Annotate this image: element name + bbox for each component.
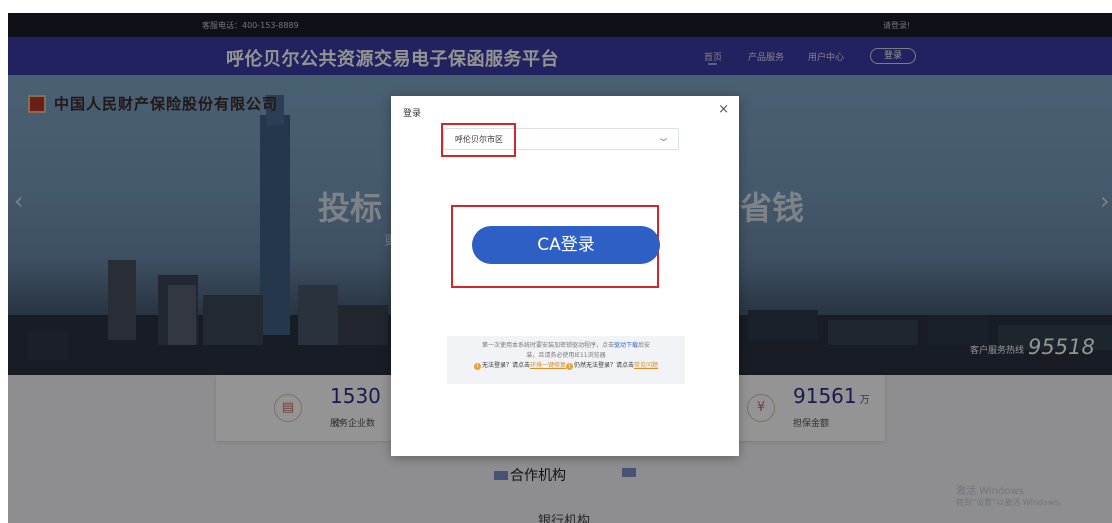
notice-line-2: 装，且请务必使用IE11浏览器 (526, 352, 606, 359)
ca-login-button[interactable]: CA登录 (472, 226, 660, 264)
dialog-title: 登录 (403, 109, 422, 119)
driver-download-link[interactable]: 驱动下载 (614, 342, 638, 349)
page: 客服电话：400-153-8889 请登录! 呼伦贝尔公共资源交易电子保函服务平… (8, 13, 1112, 523)
highlight-box-region (441, 123, 516, 157)
notice-line-3: ! 无法登录？请点击环境一键修复! 仍然无法登录？请点击常见问题 (447, 361, 685, 371)
notice-line-1: 第一次使用本系统时要安装加密锁驱动程序，点击驱动下载后安 (481, 342, 651, 349)
login-dialog: 登录 × 呼伦贝尔市区 ⌄ CA登录 第一次使用本系统时要安装加密锁驱动程序，点… (391, 96, 739, 456)
login-notice: 第一次使用本系统时要安装加密锁驱动程序，点击驱动下载后安 装，且请务必使用IE1… (447, 336, 685, 384)
faq-link[interactable]: 常见问题 (634, 362, 658, 369)
warning-icon: ! (566, 363, 573, 370)
chevron-down-icon: ⌄ (656, 131, 671, 144)
close-icon[interactable]: × (718, 102, 729, 117)
warning-icon: ! (473, 363, 481, 370)
env-repair-link[interactable]: 环境一键修复 (530, 362, 566, 369)
